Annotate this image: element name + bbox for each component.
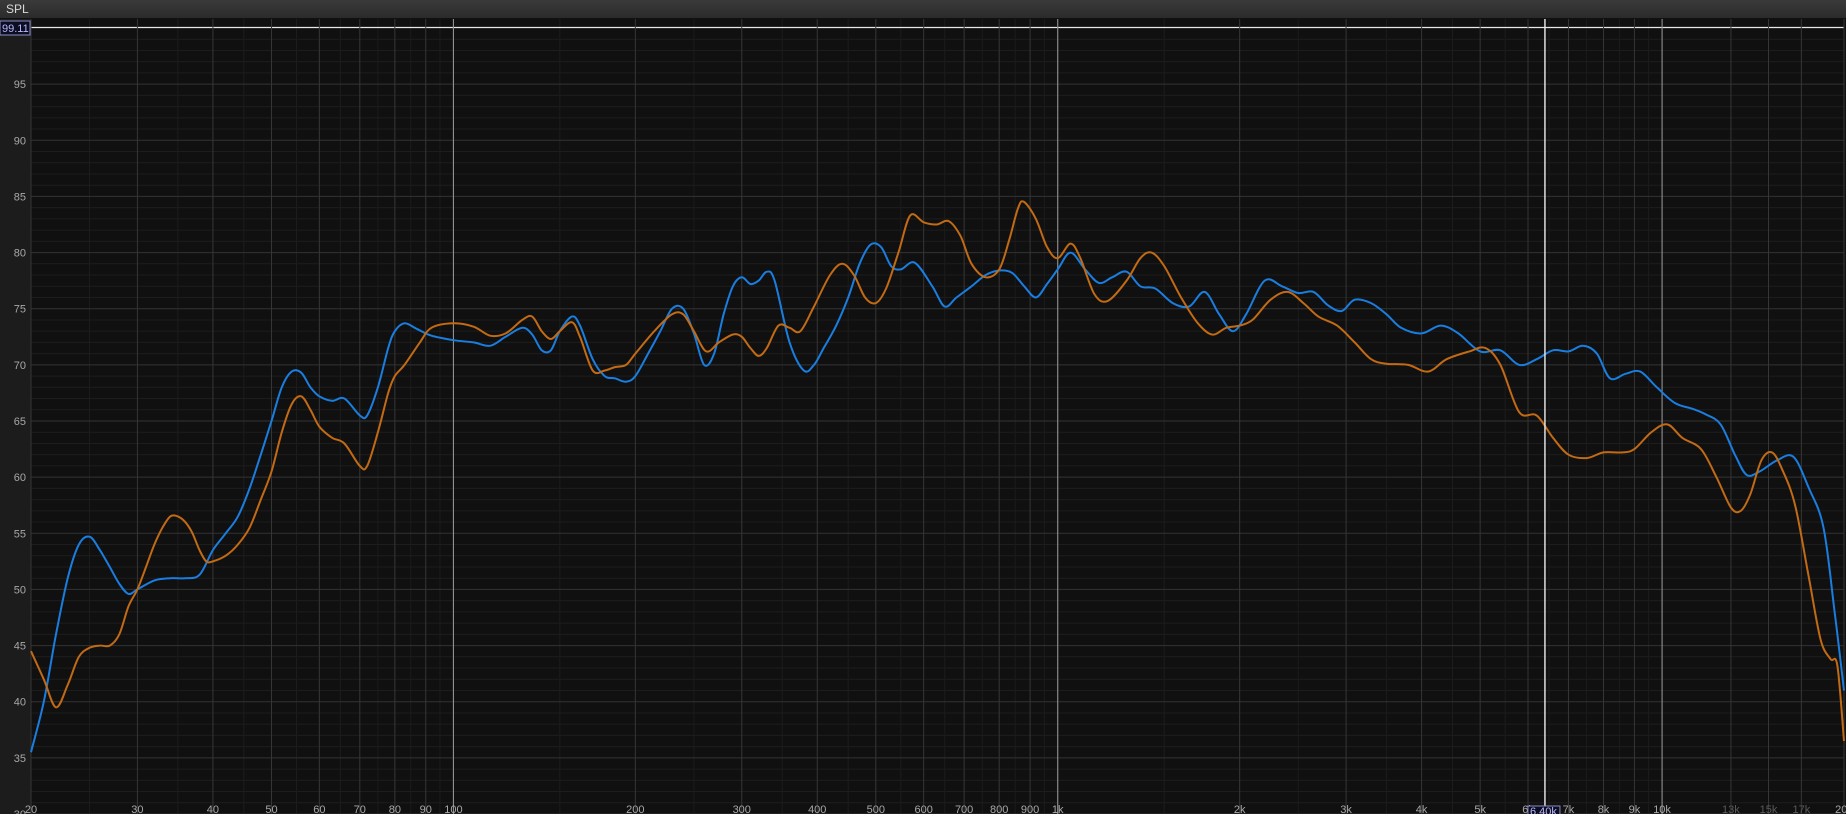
- y-tick-label: 85: [14, 191, 26, 203]
- plot-background: [31, 19, 1846, 814]
- x-tick-label: 15k: [1760, 804, 1778, 814]
- x-tick-label: 900: [1021, 804, 1039, 814]
- x-tick-label: 50: [265, 804, 277, 814]
- y-tick-labels: 3035404550556065707580859095: [14, 79, 26, 814]
- level-readout: 99.11: [2, 23, 29, 35]
- x-tick-label: 4k: [1416, 804, 1428, 814]
- x-tick-label: 600: [914, 804, 932, 814]
- y-tick-label: 95: [14, 79, 26, 91]
- x-tick-label: 70: [354, 804, 366, 814]
- x-tick-label: 400: [808, 804, 826, 814]
- x-tick-label: 10k: [1653, 804, 1671, 814]
- spl-chart[interactable]: 3035404550556065707580859095 20304050607…: [0, 0, 1846, 814]
- y-tick-label: 80: [14, 248, 26, 260]
- y-tick-label: 60: [14, 472, 26, 484]
- y-tick-label: 65: [14, 416, 26, 428]
- x-tick-label: 200: [626, 804, 644, 814]
- x-tick-label: 90: [420, 804, 432, 814]
- y-tick-label: 45: [14, 641, 26, 653]
- x-tick-label: 13k: [1722, 804, 1740, 814]
- x-tick-label: 300: [733, 804, 751, 814]
- x-tick-label: 30: [131, 804, 143, 814]
- y-tick-label: 75: [14, 304, 26, 316]
- x-tick-label: 800: [990, 804, 1008, 814]
- y-tick-label: 50: [14, 584, 26, 596]
- y-tick-label: 90: [14, 135, 26, 147]
- x-tick-label: 700: [955, 804, 973, 814]
- y-tick-label: 40: [14, 697, 26, 709]
- freq-readout: 6.40k: [1530, 806, 1557, 814]
- y-tick-label: 70: [14, 360, 26, 372]
- x-tick-label: 100: [444, 804, 462, 814]
- y-tick-label: 35: [14, 753, 26, 765]
- x-tick-label: 80: [389, 804, 401, 814]
- x-tick-label: 5k: [1474, 804, 1486, 814]
- x-tick-label: 1k: [1052, 804, 1064, 814]
- graph-window: SPL 3035404550556065707580859095 2030405…: [0, 0, 1846, 814]
- x-tick-label: 2k: [1234, 804, 1246, 814]
- x-tick-label: 3k: [1340, 804, 1352, 814]
- x-tick-label: 40: [207, 804, 219, 814]
- x-tick-label: 8k: [1598, 804, 1610, 814]
- x-tick-label: 9k: [1629, 804, 1641, 814]
- x-tick-label: 20k: [1835, 804, 1846, 814]
- x-tick-label: 17k: [1792, 804, 1810, 814]
- x-tick-label: 60: [313, 804, 325, 814]
- x-tick-label: 20: [25, 804, 37, 814]
- y-tick-label: 55: [14, 528, 26, 540]
- x-tick-label: 500: [867, 804, 885, 814]
- x-tick-label: 7k: [1563, 804, 1575, 814]
